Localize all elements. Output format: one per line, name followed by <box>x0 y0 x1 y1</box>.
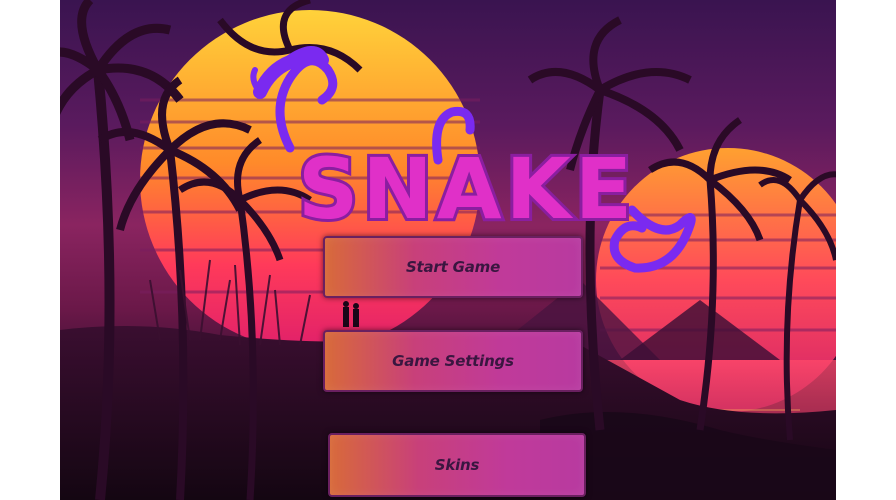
game-settings-label: Game Settings <box>392 352 514 370</box>
skins-label: Skins <box>434 456 480 474</box>
start-game-button[interactable]: Start Game <box>323 236 583 298</box>
game-viewport: SNAKE Start Game Game Settings Skins <box>60 0 836 500</box>
game-settings-button[interactable]: Game Settings <box>323 330 583 392</box>
start-game-label: Start Game <box>405 258 501 276</box>
skins-button[interactable]: Skins <box>328 433 586 497</box>
